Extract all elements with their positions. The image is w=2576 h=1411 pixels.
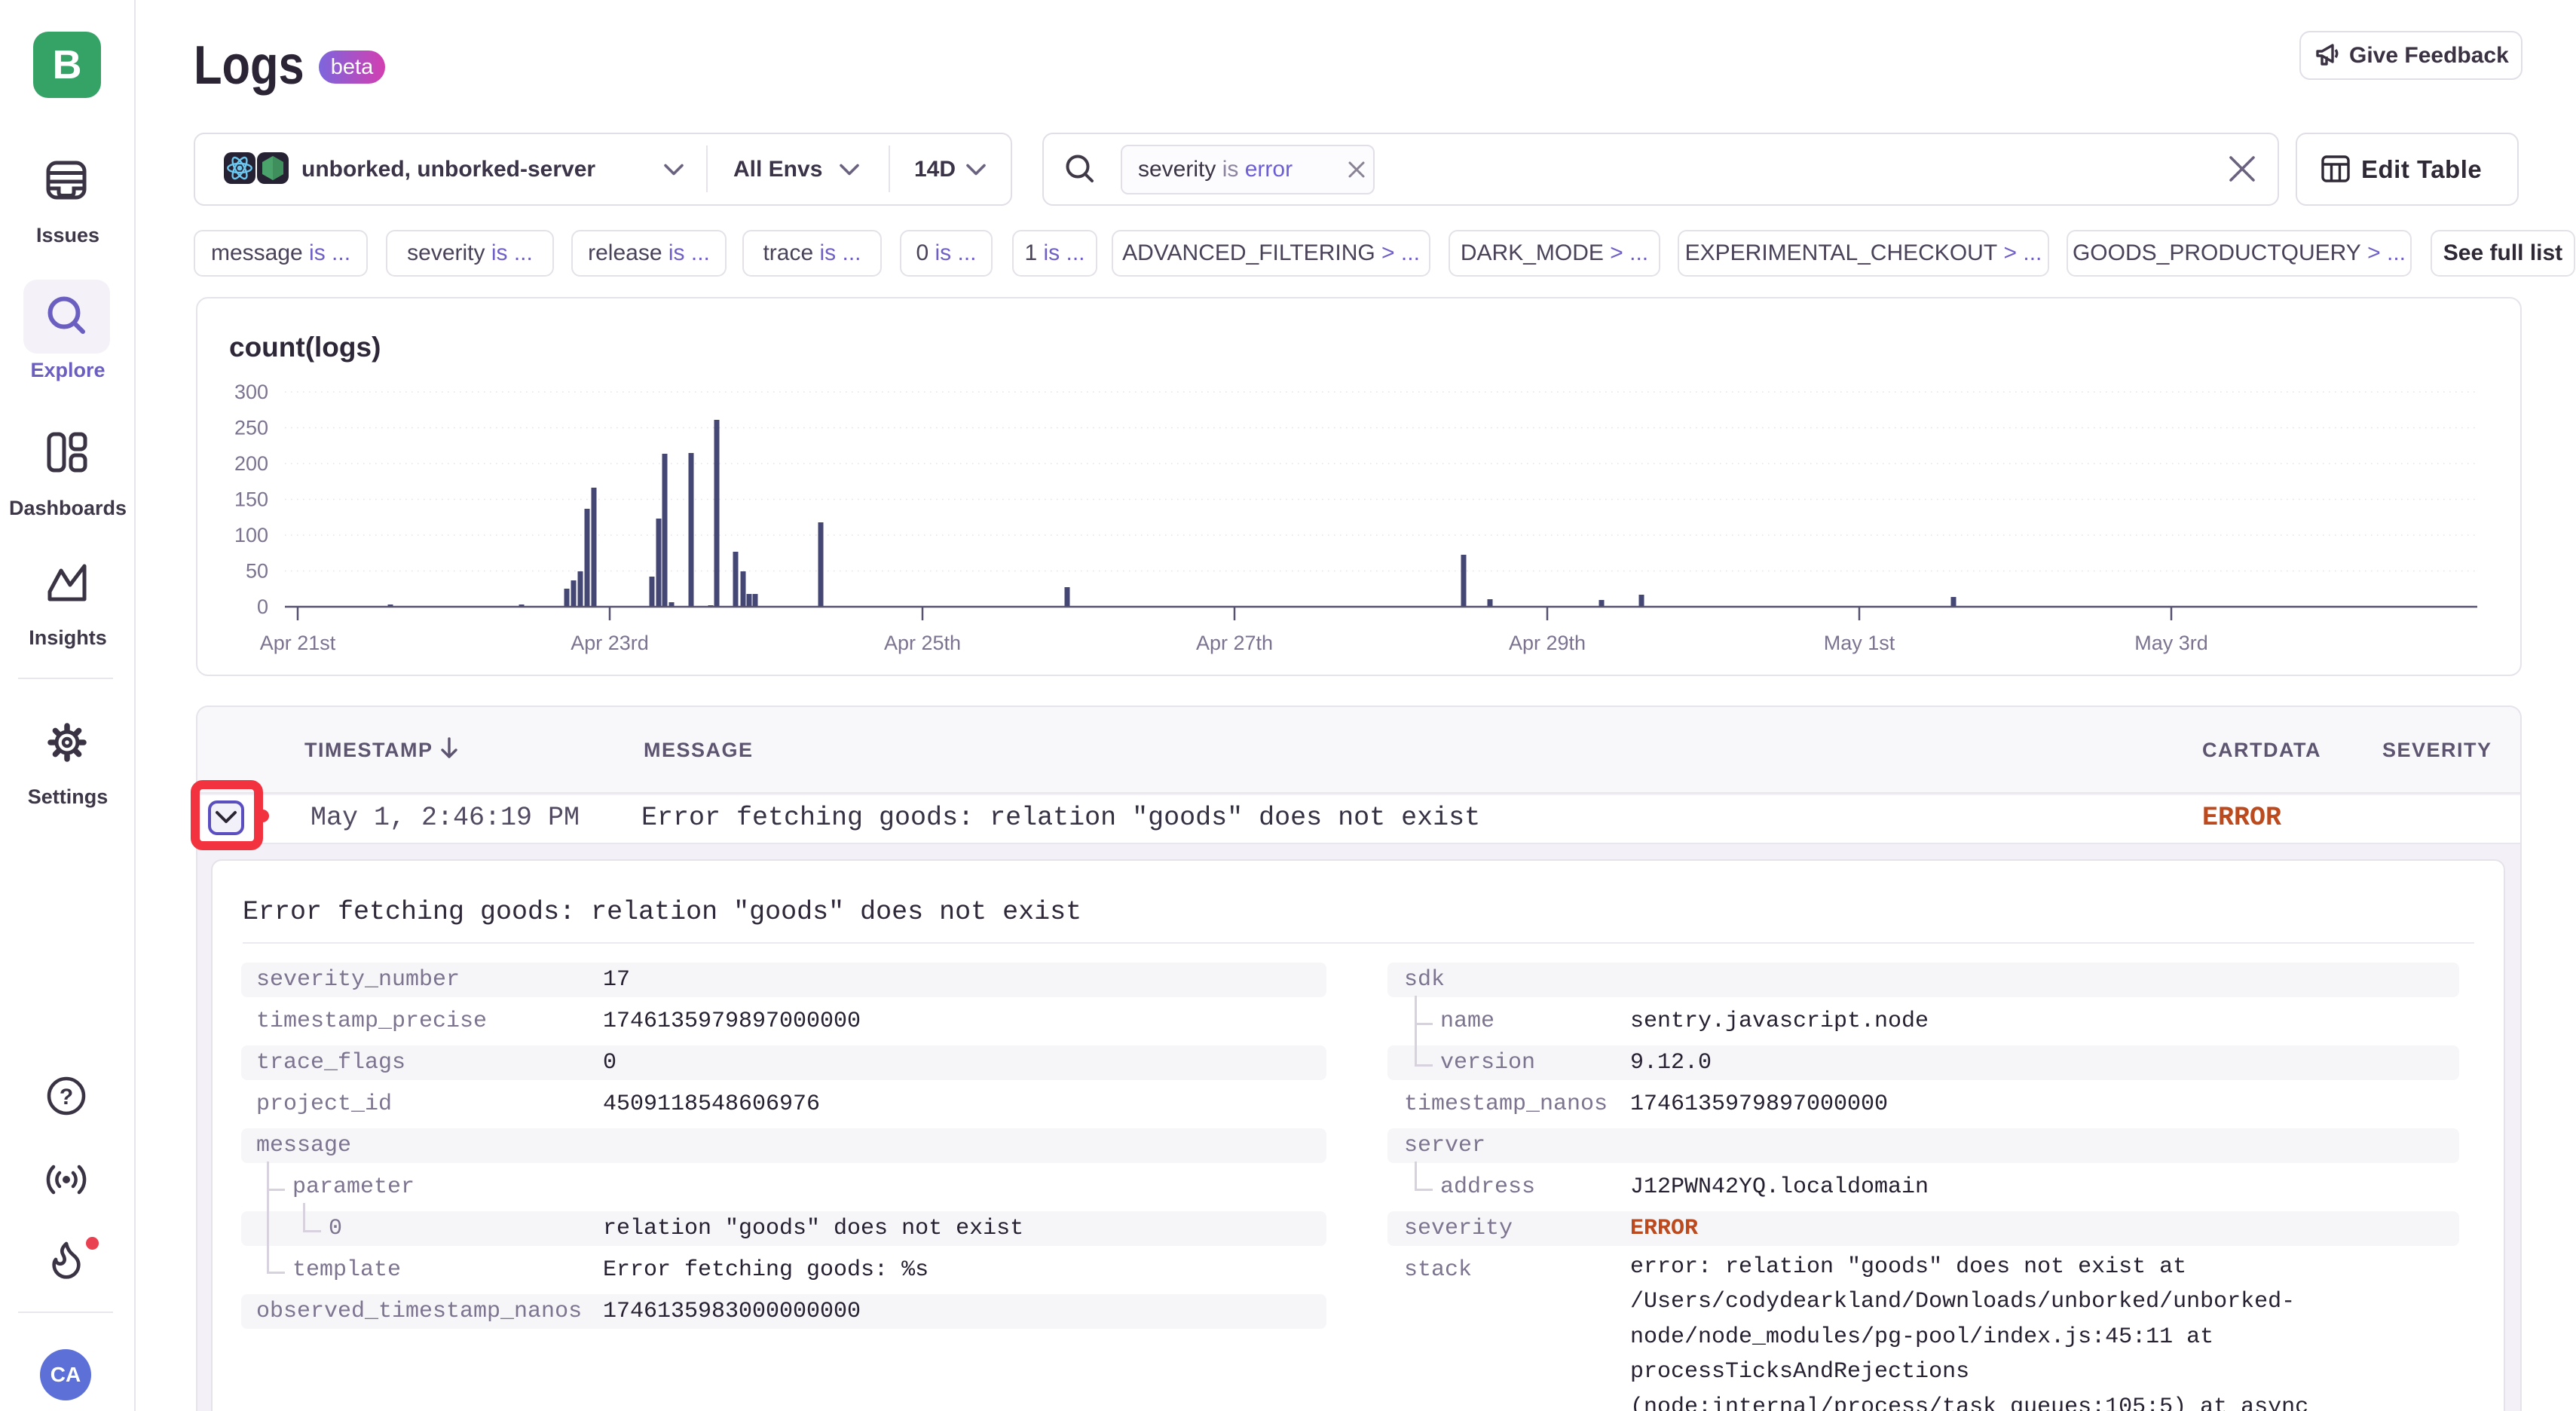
svg-text:300: 300	[234, 381, 268, 403]
svg-text:Apr 21st: Apr 21st	[260, 632, 336, 654]
svg-text:250: 250	[234, 417, 268, 439]
svg-text:200: 200	[234, 452, 268, 475]
svg-text:Apr 25th: Apr 25th	[884, 632, 961, 654]
svg-text:Apr 29th: Apr 29th	[1509, 632, 1586, 654]
svg-text:150: 150	[234, 488, 268, 511]
svg-text:?: ?	[60, 1085, 73, 1110]
svg-text:50: 50	[246, 560, 268, 583]
svg-text:May 1st: May 1st	[1824, 632, 1895, 654]
svg-text:0: 0	[257, 595, 268, 618]
svg-text:Apr 23rd: Apr 23rd	[571, 632, 649, 654]
svg-text:100: 100	[234, 524, 268, 546]
svg-text:Apr 27th: Apr 27th	[1196, 632, 1273, 654]
svg-text:May 3rd: May 3rd	[2134, 632, 2208, 654]
